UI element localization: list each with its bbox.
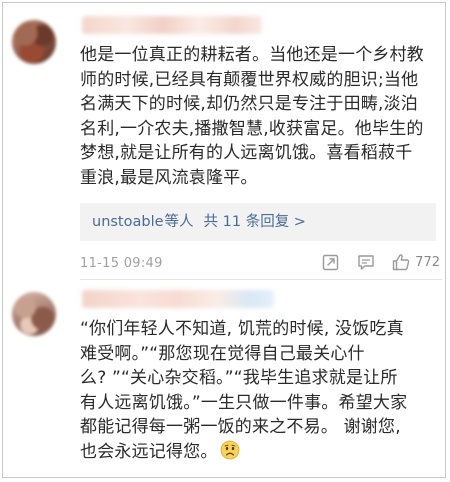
avatar[interactable] (12, 292, 56, 336)
username-blurred[interactable] (82, 290, 274, 308)
avatar[interactable] (12, 20, 56, 64)
comment-text: 他是一位真正的耕耘者。当他还是一个乡村教 师的时候,已经具有颠覆世界权威的胆识;… (80, 45, 424, 188)
replies-summary[interactable]: unstoable 等人 共 11 条回复 > (80, 203, 436, 241)
comment-actions: 772 (306, 252, 440, 272)
comment-icon[interactable] (356, 252, 376, 272)
reply-user-link[interactable]: unstoable (92, 203, 164, 241)
comment-meta: 11-15 09:49 772 (80, 252, 440, 274)
divider (80, 279, 442, 280)
view-replies-link[interactable]: 共 11 条回复 > (204, 203, 306, 241)
like-icon[interactable] (391, 252, 411, 272)
like-count: 772 (415, 254, 440, 270)
timestamp: 11-15 09:49 (80, 255, 163, 271)
reply-users-suffix: 等人 (164, 214, 194, 230)
sad-face-emoji-icon (220, 440, 240, 460)
comment-text: “你们年轻人不知道, 饥荒的时候, 没饭吃真 难受啊。”“那您现在觉得自己最关心… (80, 317, 440, 465)
comment-body: “你们年轻人不知道, 饥荒的时候, 没饭吃真 难受啊。”“那您现在觉得自己最关心… (80, 319, 408, 462)
share-icon[interactable] (321, 252, 341, 272)
username-blurred[interactable] (82, 16, 262, 34)
